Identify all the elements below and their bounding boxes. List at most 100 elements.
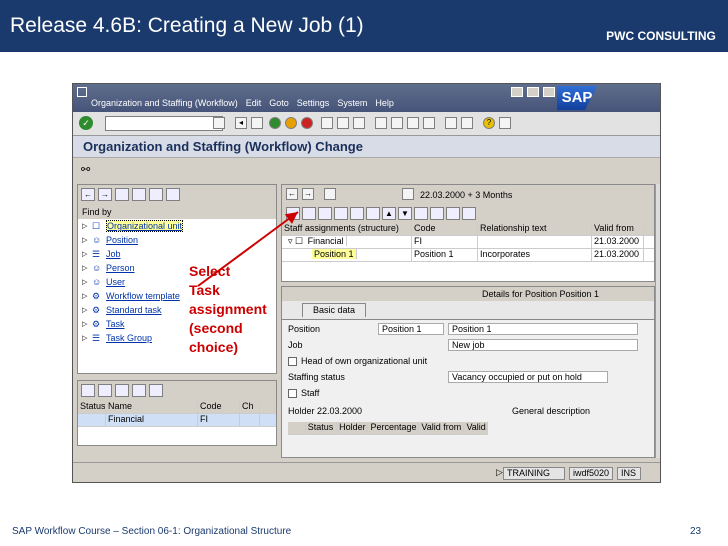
expand-icon[interactable] xyxy=(414,207,428,220)
cancel-icon[interactable] xyxy=(301,117,313,129)
history-icon[interactable] xyxy=(213,117,225,129)
assign-icon[interactable] xyxy=(334,207,348,220)
copy-icon[interactable] xyxy=(318,207,332,220)
reassign-icon[interactable] xyxy=(350,207,364,220)
expand-arrow-icon[interactable]: ▷ xyxy=(82,278,87,286)
position-long-field[interactable]: Position 1 xyxy=(448,323,638,335)
select-icon[interactable] xyxy=(81,384,95,397)
vertical-scrollbar[interactable] xyxy=(655,184,660,458)
tab-basic-data[interactable]: Basic data xyxy=(302,303,366,317)
expand-arrow-icon[interactable]: ▷ xyxy=(82,222,87,230)
tree-item-label: User xyxy=(106,277,126,287)
print-icon[interactable] xyxy=(321,117,333,129)
col-ch[interactable]: Ch xyxy=(240,401,260,413)
collapse-icon[interactable] xyxy=(430,207,444,220)
help-icon[interactable]: ? xyxy=(483,117,495,129)
col-code[interactable]: Code xyxy=(412,223,478,235)
tree-item-label: Position xyxy=(106,235,139,245)
find-by-label: Find by xyxy=(78,205,276,219)
position-short-field[interactable]: Position 1 xyxy=(378,323,444,335)
create-icon[interactable] xyxy=(302,207,316,220)
tree-item-label: Person xyxy=(106,263,135,273)
last-page-icon[interactable] xyxy=(423,117,435,129)
menu-org-staffing[interactable]: Organization and Staffing (Workflow) xyxy=(91,98,238,108)
print-list-icon[interactable] xyxy=(98,384,112,397)
forward-nav-icon[interactable]: → xyxy=(98,188,112,201)
export-icon[interactable] xyxy=(149,384,163,397)
save-icon[interactable] xyxy=(251,117,263,129)
next-page-icon[interactable] xyxy=(407,117,419,129)
page-number: 23 xyxy=(690,526,702,537)
job-field[interactable]: New job xyxy=(448,339,638,351)
sort-icon[interactable] xyxy=(115,384,129,397)
layout-icon[interactable] xyxy=(499,117,511,129)
col-valid[interactable]: Valid from xyxy=(592,223,644,235)
tree-item-label: Job xyxy=(106,249,121,259)
table-row[interactable]: Position 1 Position 1 Incorporates 21.03… xyxy=(282,249,654,262)
expand-arrow-icon[interactable]: ▷ xyxy=(82,236,87,244)
move-up-icon[interactable]: ▲ xyxy=(382,207,396,220)
shortcut-icon[interactable] xyxy=(461,117,473,129)
find-next-icon[interactable] xyxy=(353,117,365,129)
enter-icon[interactable]: ✓ xyxy=(79,116,93,130)
move-down-icon[interactable]: ▼ xyxy=(398,207,412,220)
expand-arrow-icon[interactable]: ▷ xyxy=(82,334,87,342)
staff-checkbox[interactable] xyxy=(288,389,297,399)
col-rel[interactable]: Relationship text xyxy=(478,223,592,235)
filter-icon[interactable] xyxy=(132,384,146,397)
tree-item[interactable]: ▷ ☰ Job xyxy=(78,247,276,261)
delete-icon[interactable] xyxy=(366,207,380,220)
menu-settings[interactable]: Settings xyxy=(297,98,330,108)
close-icon[interactable] xyxy=(543,87,555,97)
menu-goto[interactable]: Goto xyxy=(269,98,289,108)
create-session-icon[interactable] xyxy=(445,117,457,129)
staffing-field[interactable]: Vacancy occupied or put on hold xyxy=(448,371,608,383)
command-field[interactable] xyxy=(105,116,223,131)
menu-system[interactable]: System xyxy=(337,98,367,108)
expand-arrow-icon[interactable]: ▷ xyxy=(82,292,87,300)
minimize-icon[interactable] xyxy=(511,87,523,97)
prev-page-icon[interactable] xyxy=(391,117,403,129)
tree-item[interactable]: ▷ ☐ Organizational unit xyxy=(78,219,276,233)
status-bar: ▷ TRAINING iwdf5020 INS xyxy=(73,462,660,482)
back-nav-icon[interactable]: ← xyxy=(81,188,95,201)
tree-icon-1[interactable] xyxy=(115,188,129,201)
expand-arrow-icon[interactable]: ▷ xyxy=(82,320,87,328)
tree-icon-2[interactable] xyxy=(132,188,146,201)
tree-icon-3[interactable] xyxy=(149,188,163,201)
col-staff[interactable]: Staff assignments (structure) xyxy=(282,223,412,235)
maximize-icon[interactable] xyxy=(527,87,539,97)
menu-help[interactable]: Help xyxy=(375,98,394,108)
find-icon[interactable] xyxy=(337,117,349,129)
forward-nav-icon[interactable]: → xyxy=(302,188,314,200)
basic-data-form: Position Position 1 Position 1 Job New j… xyxy=(282,319,654,457)
back-icon[interactable] xyxy=(269,117,281,129)
hit-list-panel: Status Name Code Ch Financial FI xyxy=(77,380,277,446)
table-row[interactable]: ▿ ☐ Financial FI 21.03.2000 xyxy=(282,236,654,249)
col-status[interactable]: Status xyxy=(78,401,106,413)
task-assignment-icon[interactable] xyxy=(286,207,300,220)
display-change-icon[interactable]: ⚯ xyxy=(81,163,97,176)
row-name: Financial xyxy=(106,414,198,426)
tree-icon-4[interactable] xyxy=(166,188,180,201)
head-checkbox[interactable] xyxy=(288,357,297,367)
table-row[interactable]: Financial FI xyxy=(78,414,276,427)
col-name[interactable]: Name xyxy=(106,401,198,413)
overview-icon[interactable] xyxy=(324,188,336,200)
expand-arrow-icon[interactable]: ▷ xyxy=(82,306,87,314)
columns-icon[interactable] xyxy=(462,207,476,220)
structure-icon[interactable] xyxy=(446,207,460,220)
exit-icon[interactable] xyxy=(77,87,87,97)
expand-arrow-icon[interactable]: ▷ xyxy=(82,250,87,258)
exit-green-icon[interactable] xyxy=(285,117,297,129)
tree-item-label: Workflow template xyxy=(106,291,180,301)
back-arrow-icon[interactable]: ◂ xyxy=(235,117,247,129)
menu-edit[interactable]: Edit xyxy=(246,98,262,108)
row-code: FI xyxy=(198,414,240,426)
first-page-icon[interactable] xyxy=(375,117,387,129)
back-nav-icon[interactable]: ← xyxy=(286,188,298,200)
tree-item[interactable]: ▷ ☺ Position xyxy=(78,233,276,247)
calendar-icon[interactable] xyxy=(402,188,414,200)
expand-arrow-icon[interactable]: ▷ xyxy=(82,264,87,272)
col-code[interactable]: Code xyxy=(198,401,240,413)
